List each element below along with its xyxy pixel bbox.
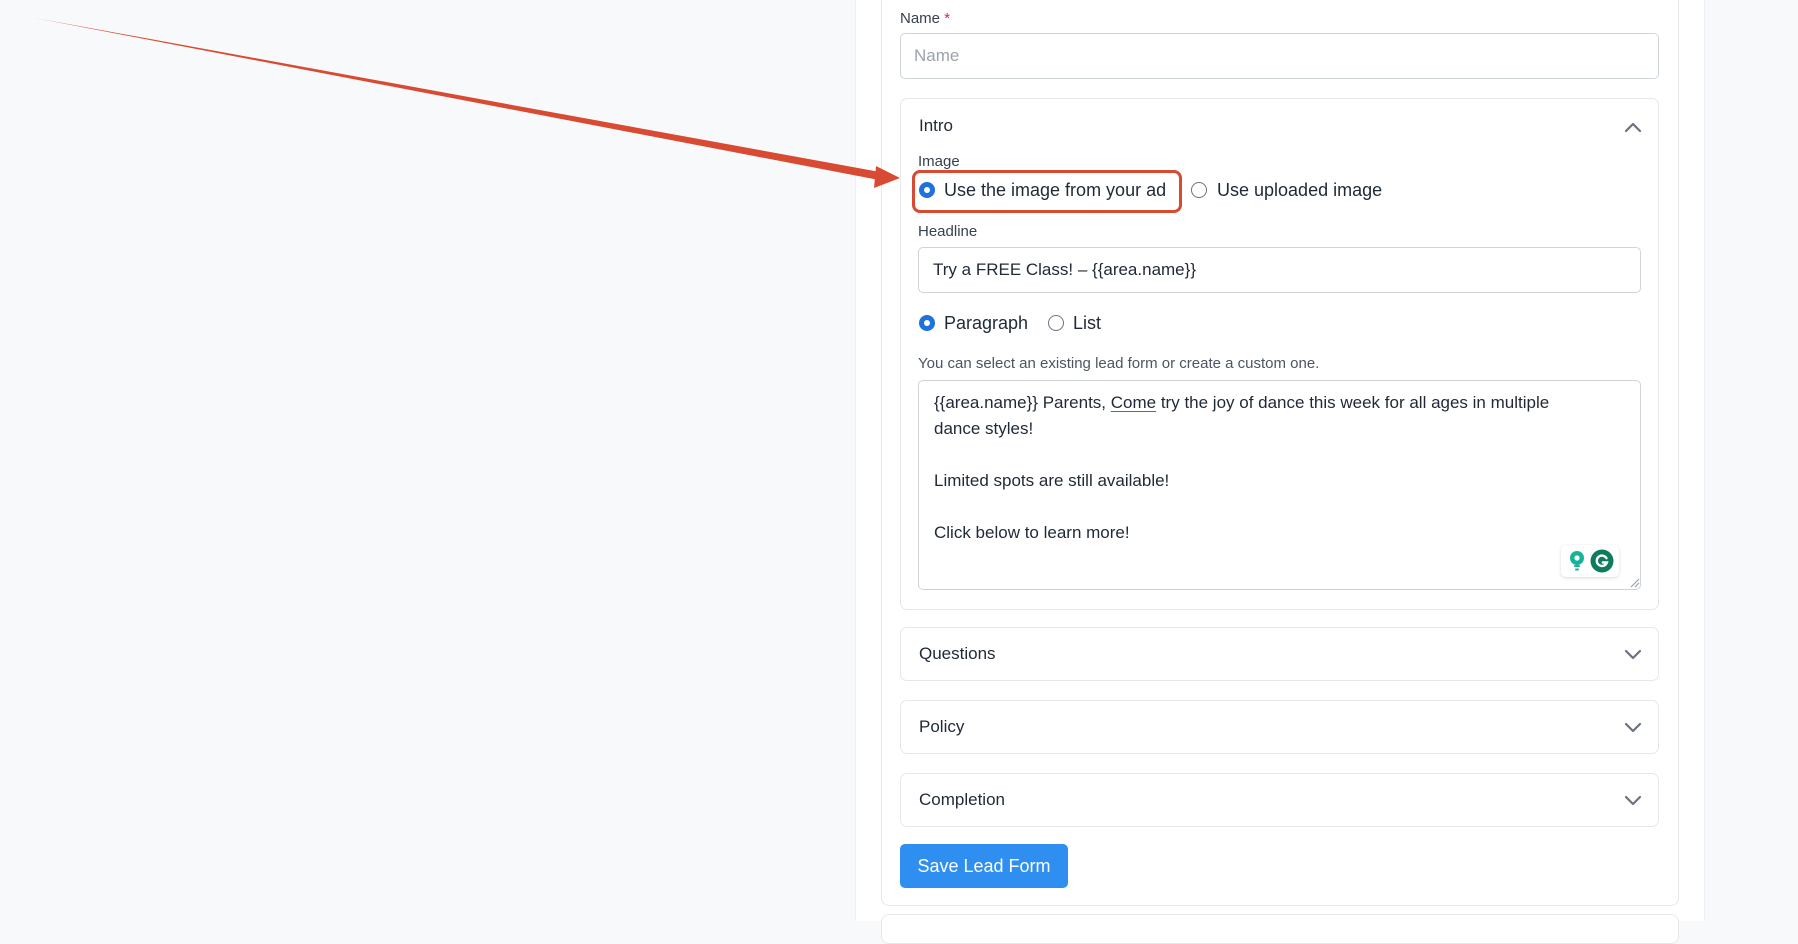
policy-section[interactable]: Policy (900, 700, 1659, 754)
grammarly-icon[interactable] (1590, 549, 1614, 573)
radio-list-label[interactable]: List (1073, 313, 1101, 334)
textarea-line-4: Click below to learn more! (934, 523, 1130, 542)
questions-title[interactable]: Questions (919, 644, 996, 664)
chevron-down-icon[interactable] (1624, 648, 1642, 660)
required-mark: * (944, 10, 951, 27)
intro-title[interactable]: Intro (919, 116, 953, 136)
policy-title[interactable]: Policy (919, 717, 964, 737)
textarea-line-3: Limited spots are still available! (934, 471, 1170, 490)
name-input[interactable] (900, 33, 1659, 79)
radio-paragraph[interactable] (919, 315, 935, 331)
next-card (881, 914, 1679, 944)
textarea-line-2: dance styles! (934, 419, 1034, 438)
line1-pre: {{area.name}} Parents, (934, 393, 1111, 412)
save-lead-form-button[interactable]: Save Lead Form (900, 844, 1068, 888)
headline-label: Headline (918, 223, 978, 240)
chevron-down-icon[interactable] (1624, 794, 1642, 806)
name-label: Name * (900, 10, 950, 27)
completion-section[interactable]: Completion (900, 773, 1659, 827)
headline-input[interactable] (918, 247, 1641, 293)
questions-section[interactable]: Questions (900, 627, 1659, 681)
intro-paragraph-textarea[interactable]: {{area.name}} Parents, Come try the joy … (918, 380, 1641, 590)
chevron-up-icon[interactable] (1624, 121, 1642, 133)
line1-post: try the joy of dance this week for all a… (1156, 393, 1550, 412)
radio-paragraph-label[interactable]: Paragraph (944, 313, 1028, 334)
chevron-down-icon[interactable] (1624, 721, 1642, 733)
radio-list[interactable] (1048, 315, 1064, 331)
textarea-line-1: {{area.name}} Parents, Come try the joy … (934, 393, 1549, 413)
radio-uploaded-image[interactable] (1191, 182, 1207, 198)
resize-handle-icon[interactable] (1628, 576, 1640, 588)
lead-form-hint: You can select an existing lead form or … (918, 355, 1320, 372)
radio-uploaded-image-label[interactable]: Use uploaded image (1217, 180, 1382, 201)
completion-title[interactable]: Completion (919, 790, 1005, 810)
lightbulb-icon[interactable] (1567, 550, 1587, 572)
spellcheck-word[interactable]: Come (1111, 393, 1156, 412)
image-label: Image (918, 153, 960, 170)
grammarly-widget[interactable] (1561, 545, 1619, 577)
name-label-text: Name (900, 10, 941, 27)
radio-image-from-ad-label[interactable]: Use the image from your ad (944, 180, 1166, 201)
radio-image-from-ad[interactable] (919, 182, 935, 198)
